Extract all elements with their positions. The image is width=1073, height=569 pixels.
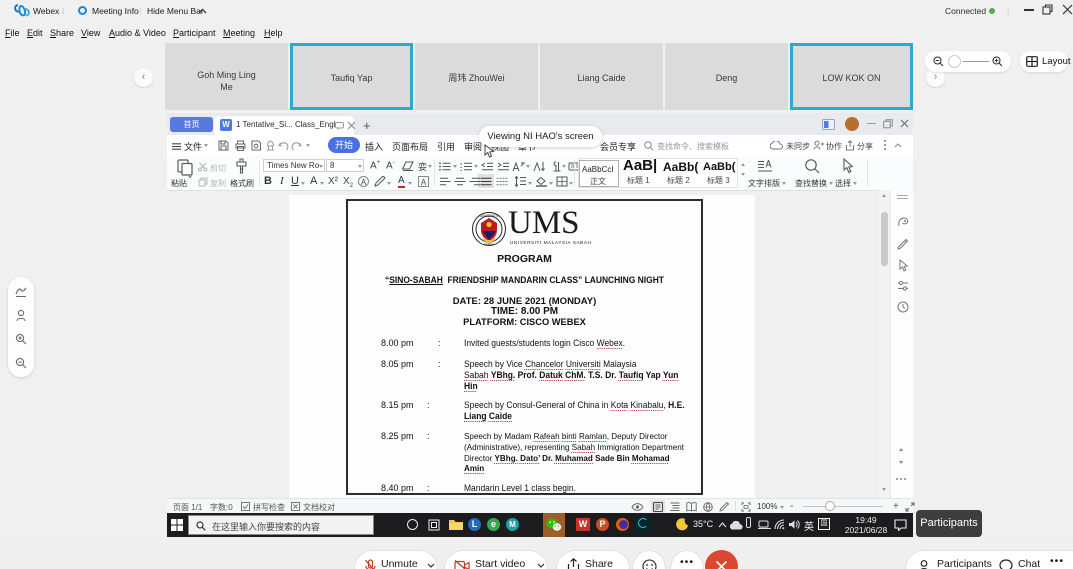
svg-text:UNIVERSITI: UNIVERSITI (480, 214, 498, 218)
svg-text:SABAH: SABAH (484, 242, 496, 246)
